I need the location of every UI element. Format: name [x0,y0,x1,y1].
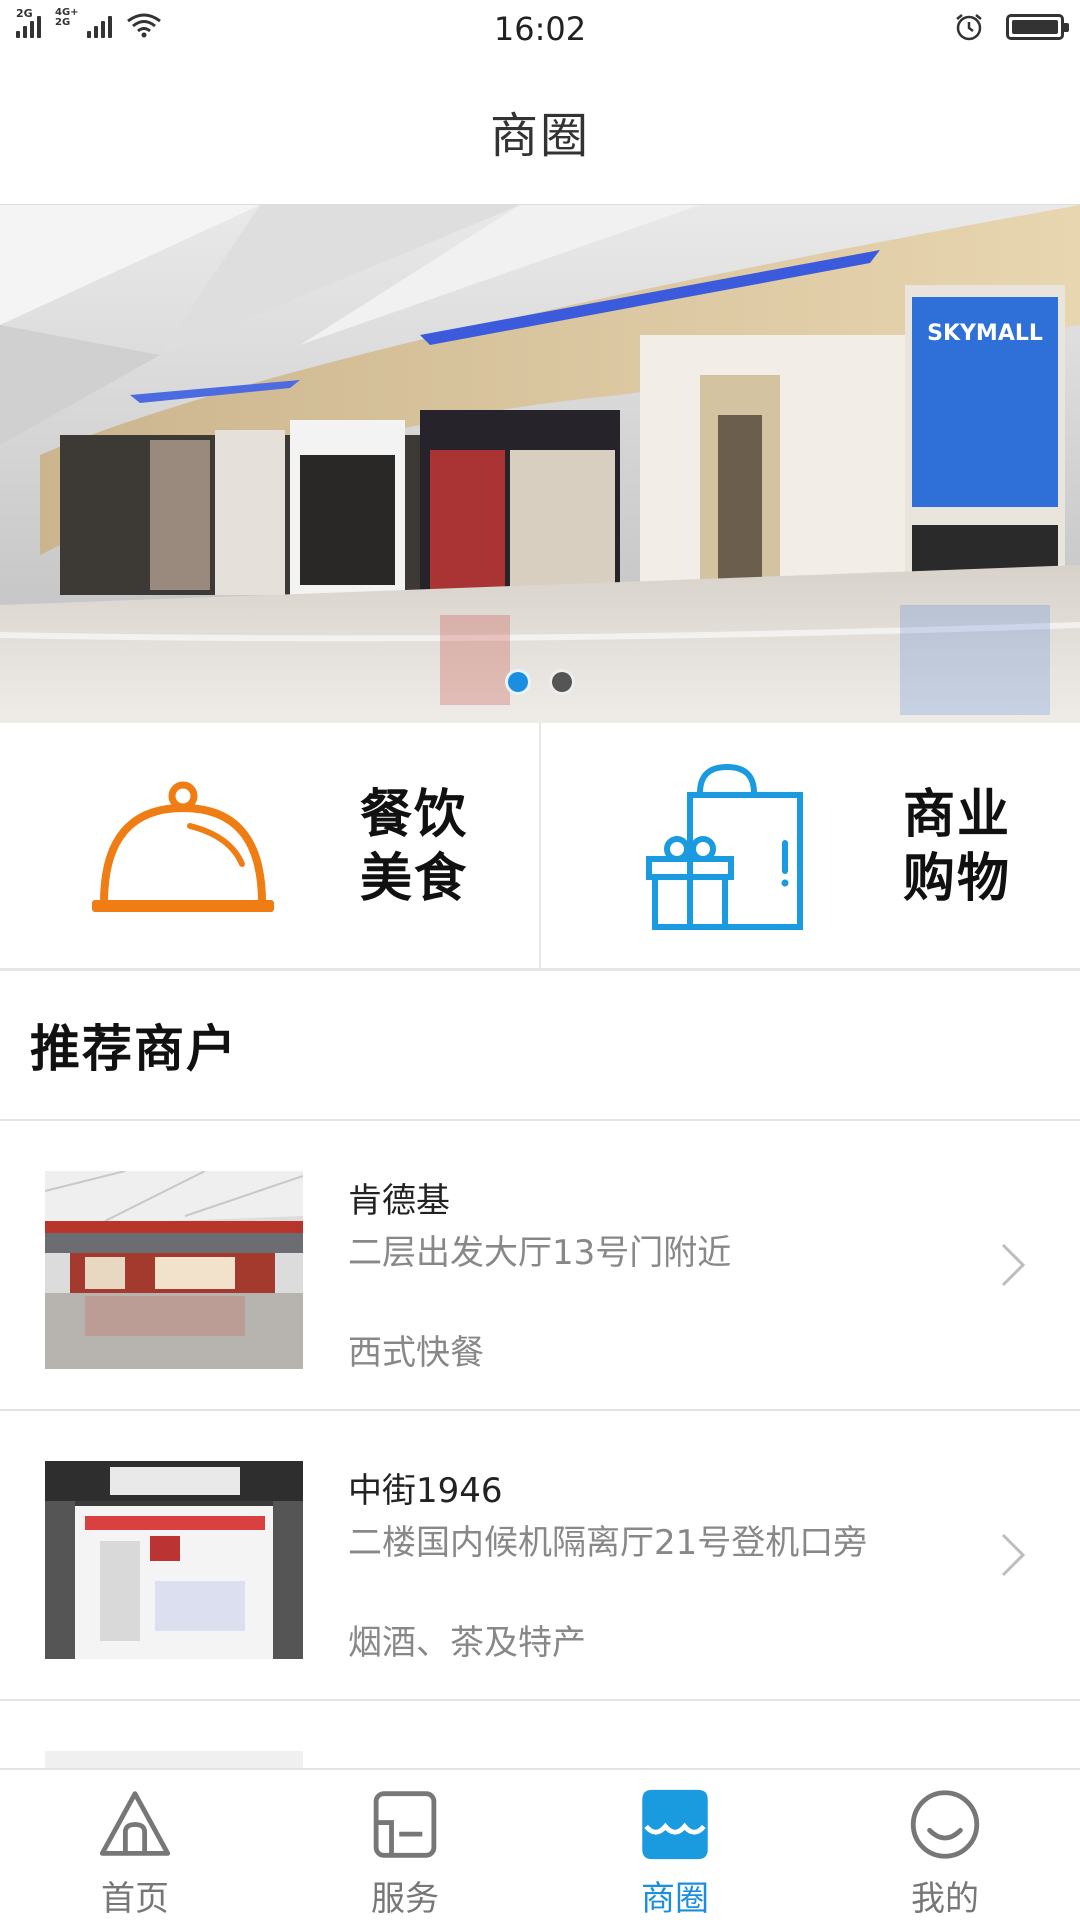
status-time: 16:02 [493,10,587,48]
bottom-tab-bar: 首页 服务 商圈 我的 [0,1768,1080,1920]
tab-business-circle[interactable]: 商圈 [540,1770,810,1920]
merchant-name: 肯德基 [348,1181,450,1221]
category-food[interactable]: 餐饮 美食 [0,723,539,968]
status-right [954,12,1069,42]
category-grid: 餐饮 美食 商业 购物 [0,723,1080,971]
tab-profile-label: 我的 [911,1879,979,1919]
carousel-dot-2[interactable] [549,669,575,695]
chevron-right-icon [1001,1243,1026,1287]
banner-image: SKYMALL [0,205,1080,723]
shop-awning-icon [642,1789,708,1860]
battery-icon [1006,14,1069,40]
profile-smile-icon [910,1790,980,1859]
home-icon [99,1791,171,1856]
banner-sign-text: SKYMALL [927,321,1043,346]
merchant-thumbnail [45,1461,303,1659]
tab-home[interactable]: 首页 [0,1770,270,1920]
title-bar: 商圈 [0,58,1080,205]
merchant-address: 二楼国内候机隔离厅21号登机口旁 [348,1523,868,1563]
merchant-thumbnail [45,1171,303,1369]
tab-service[interactable]: 服务 [270,1770,540,1920]
merchant-name: 中街1946 [348,1471,503,1511]
merchant-address: 二层出发大厅13号门附近 [348,1233,732,1273]
section-title: 推荐商户 [30,1020,238,1078]
tab-profile[interactable]: 我的 [810,1770,1080,1920]
service-icon [373,1791,437,1858]
banner-carousel[interactable]: SKYMALL [0,205,1080,723]
merchant-type: 西式快餐 [348,1333,484,1373]
food-cloche-icon [92,781,274,912]
section-header: 推荐商户 [0,971,1080,1121]
merchant-item[interactable]: 肯德基 二层出发大厅13号门附近 西式快餐 [0,1121,1080,1411]
shopping-bag-gift-icon [646,763,803,930]
carousel-dot-1[interactable] [505,669,531,695]
alarm-icon [956,14,982,41]
status-bar: 2G 4G+ 2G 16:02 [0,0,1080,58]
page-title: 商圈 [489,108,590,164]
category-shopping[interactable]: 商业 购物 [539,723,1080,968]
chevron-right-icon [1001,1533,1026,1577]
tab-business-circle-label: 商圈 [641,1879,709,1919]
category-food-label: 餐饮 美食 [360,785,469,909]
category-shopping-label: 商业 购物 [903,785,1012,909]
tab-service-label: 服务 [371,1879,439,1919]
merchant-type: 烟酒、茶及特产 [348,1623,586,1663]
tab-home-label: 首页 [101,1879,169,1919]
carousel-indicator [0,669,1080,695]
merchant-item[interactable]: 中街1946 二楼国内候机隔离厅21号登机口旁 烟酒、茶及特产 [0,1411,1080,1701]
